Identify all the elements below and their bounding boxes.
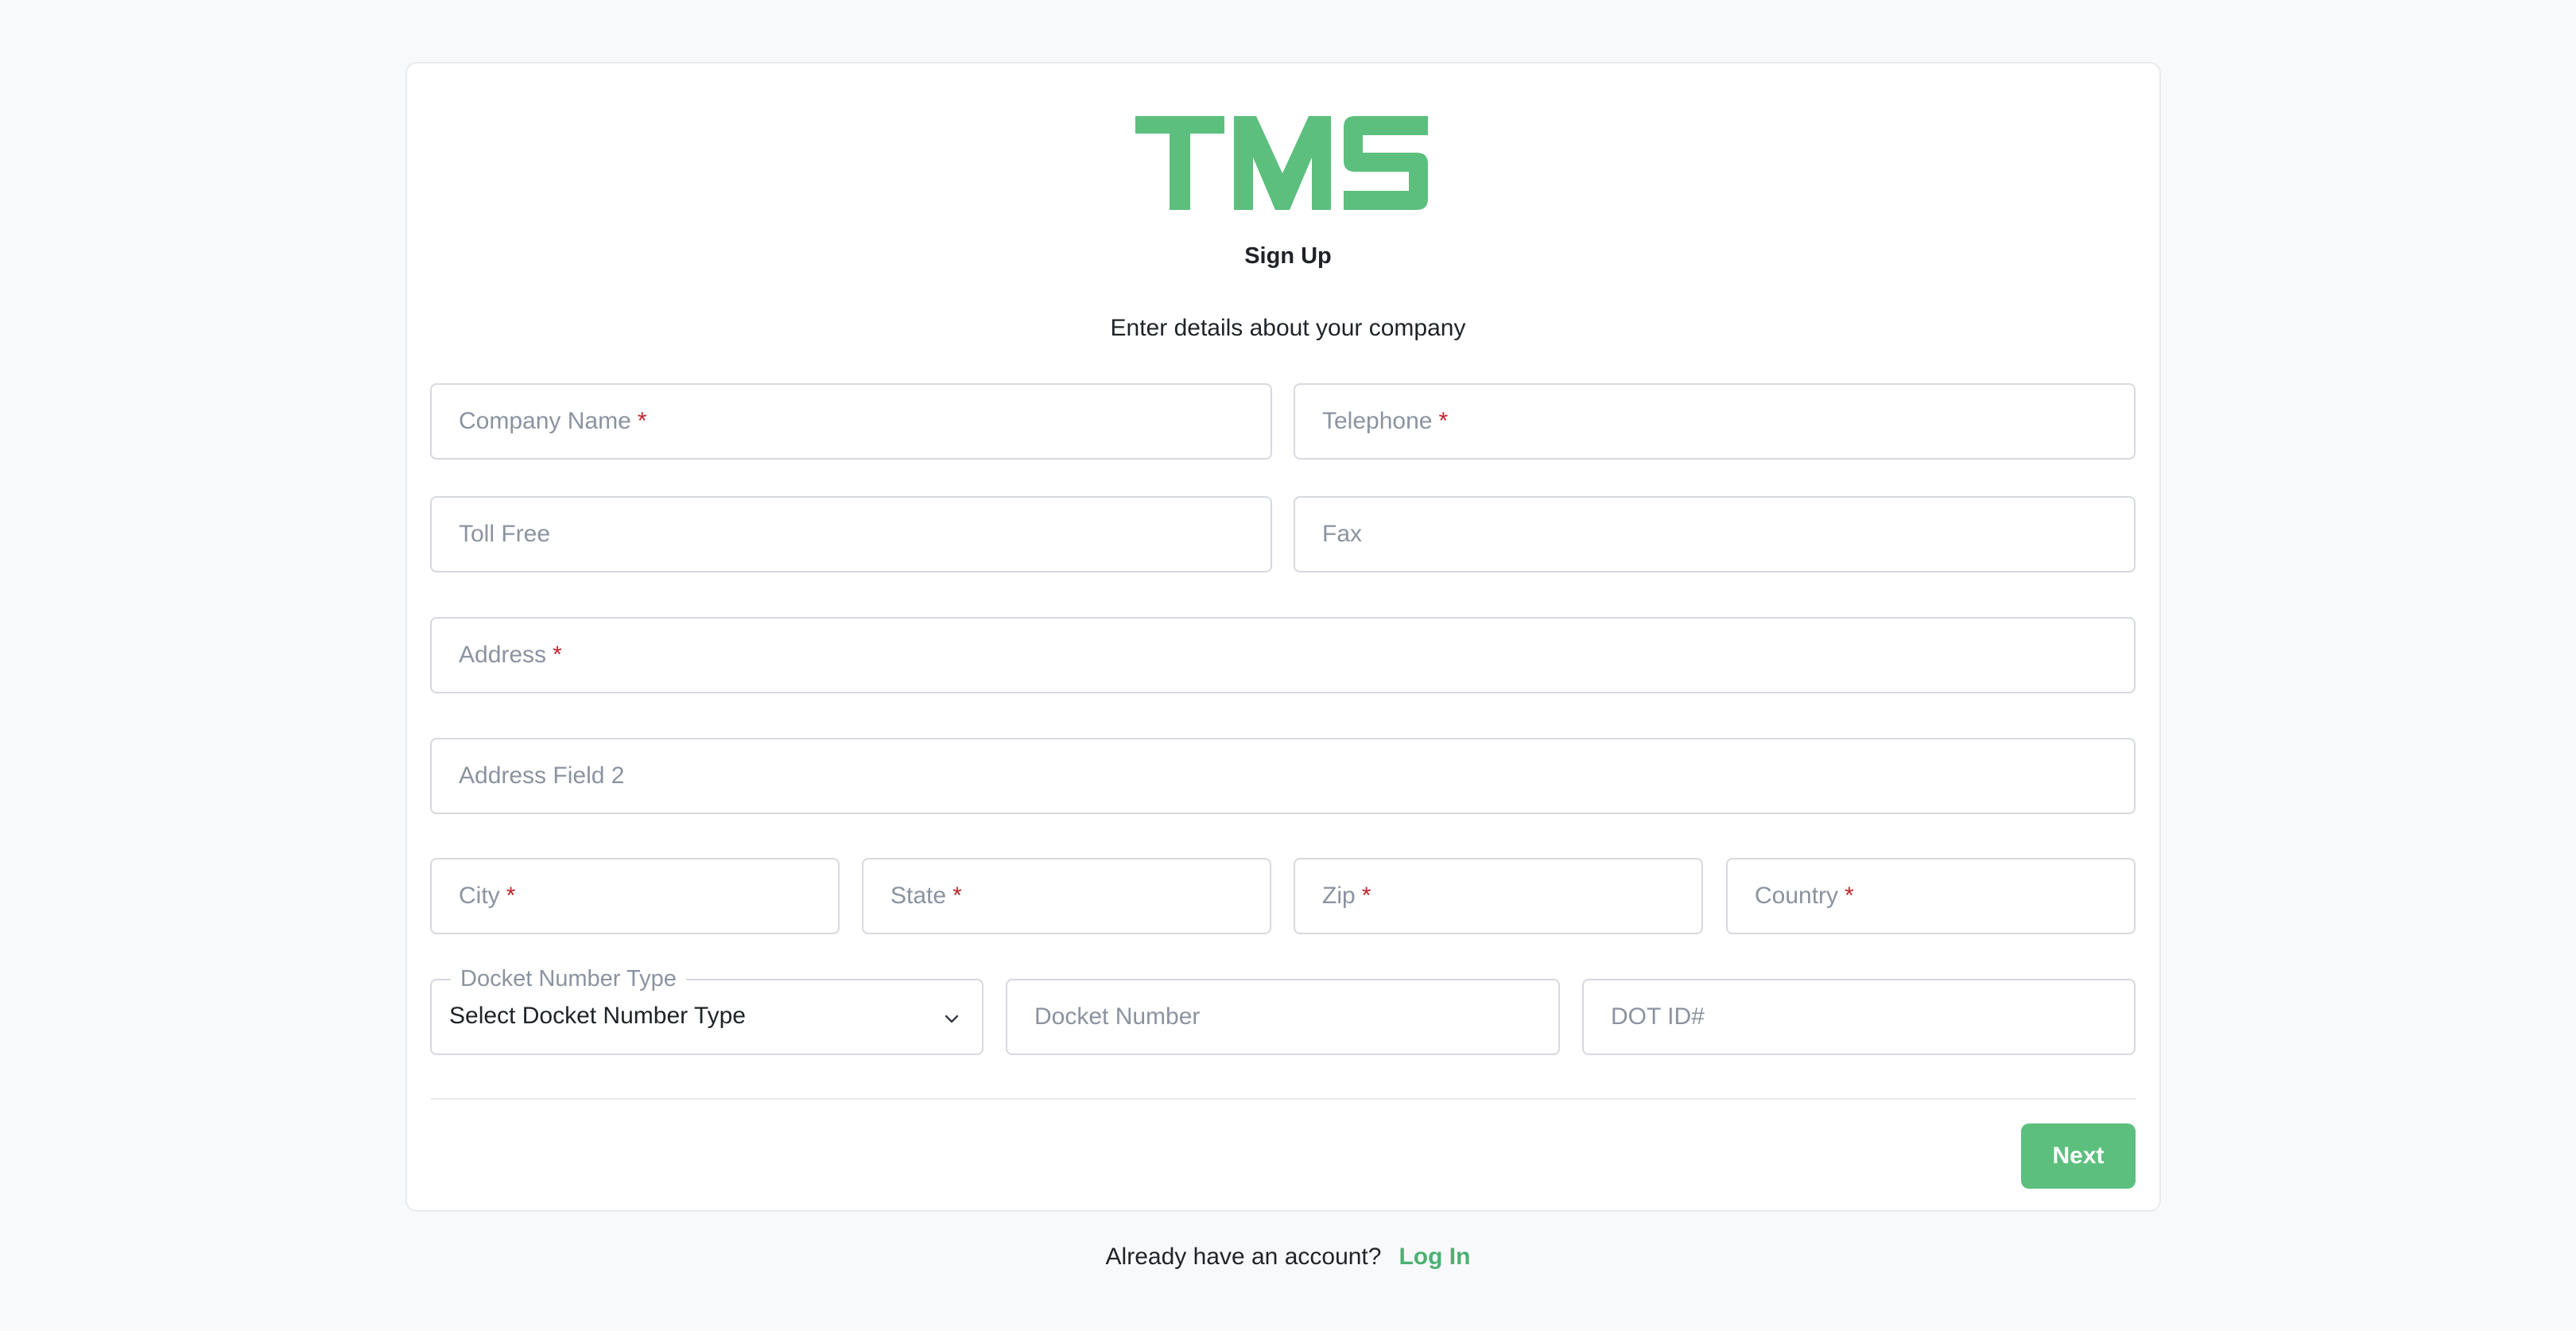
docket-number-placeholder: Docket Number — [1034, 1003, 1201, 1030]
state-input[interactable]: State * — [862, 858, 1271, 934]
dot-id-placeholder: DOT ID# — [1611, 1003, 1705, 1030]
telephone-input[interactable]: Telephone * — [1294, 383, 2136, 460]
company-name-placeholder: Company Name — [459, 408, 631, 434]
state-placeholder: State — [890, 883, 947, 909]
required-marker: * — [553, 642, 562, 668]
login-link[interactable]: Log In — [1399, 1244, 1470, 1270]
next-button[interactable]: Next — [2021, 1123, 2136, 1189]
address-placeholder: Address — [459, 642, 547, 668]
toll-free-placeholder: Toll Free — [459, 521, 551, 547]
fax-placeholder: Fax — [1322, 521, 1363, 547]
required-marker: * — [637, 408, 647, 434]
login-prompt-text: Already have an account? — [1105, 1244, 1382, 1270]
company-name-input[interactable]: Company Name * — [430, 383, 1272, 460]
dot-id-input[interactable]: DOT ID# — [1582, 979, 2136, 1055]
page-subtitle: Enter details about your company — [1110, 315, 1466, 341]
zip-placeholder: Zip — [1322, 883, 1356, 909]
required-marker: * — [952, 883, 962, 909]
form-divider — [431, 1098, 2136, 1100]
docket-number-type-value: Select Docket Number Type — [449, 1003, 746, 1029]
tms-logo — [1135, 116, 1428, 210]
page-title: Sign Up — [1244, 243, 1332, 269]
required-marker: * — [1361, 883, 1371, 909]
country-placeholder: Country — [1755, 883, 1839, 909]
docket-number-input[interactable]: Docket Number — [1006, 979, 1560, 1055]
address-field-2-placeholder: Address Field 2 — [459, 763, 625, 789]
required-marker: * — [1438, 408, 1449, 434]
login-prompt: Already have an account? Log In — [0, 1244, 2576, 1271]
address-input[interactable]: Address * — [430, 617, 2136, 693]
required-marker: * — [1845, 883, 1854, 909]
docket-number-type-select[interactable]: Docket Number Type Select Docket Number … — [430, 960, 983, 1055]
city-input[interactable]: City * — [430, 858, 840, 934]
address-field-2-input[interactable]: Address Field 2 — [430, 738, 2136, 814]
fax-input[interactable]: Fax — [1294, 496, 2136, 572]
city-placeholder: City — [459, 883, 500, 909]
chevron-down-icon — [945, 1015, 959, 1023]
zip-input[interactable]: Zip * — [1294, 858, 1703, 934]
required-marker: * — [506, 883, 516, 909]
telephone-placeholder: Telephone — [1322, 408, 1433, 434]
country-input[interactable]: Country * — [1726, 858, 2136, 934]
toll-free-input[interactable]: Toll Free — [430, 496, 1272, 572]
docket-number-type-label: Docket Number Type — [451, 960, 686, 998]
